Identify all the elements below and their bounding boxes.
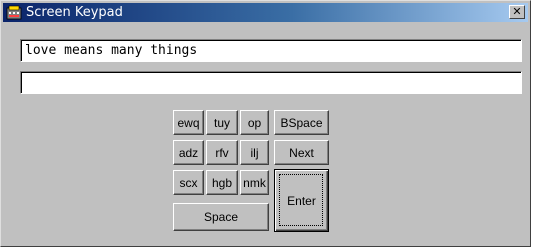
keypad-app-icon	[6, 5, 22, 20]
key-op-label: op	[247, 115, 262, 130]
key-tuy-label: tuy	[213, 115, 230, 130]
key-ewq-label: ewq	[177, 115, 200, 130]
key-rfv[interactable]: rfv	[206, 140, 238, 165]
window-title: Screen Keypad	[26, 5, 123, 20]
key-bspace[interactable]: BSpace	[274, 110, 329, 135]
key-nmk[interactable]: nmk	[240, 170, 269, 195]
key-enter[interactable]: Enter	[274, 169, 329, 232]
key-next[interactable]: Next	[274, 140, 329, 165]
key-op[interactable]: op	[240, 110, 269, 135]
key-bspace-label: BSpace	[280, 115, 323, 130]
output-text-field[interactable]	[20, 71, 522, 94]
screen-keypad-window: Screen Keypad ✕ love means many things e…	[0, 0, 531, 247]
key-nmk-label: nmk	[243, 175, 266, 190]
key-adz[interactable]: adz	[173, 140, 204, 165]
key-enter-label: Enter	[287, 193, 316, 208]
key-ilj-label: ilj	[250, 145, 259, 160]
key-ilj[interactable]: ilj	[240, 140, 269, 165]
key-hgb[interactable]: hgb	[206, 170, 238, 195]
key-hgb-label: hgb	[211, 175, 233, 190]
key-tuy[interactable]: tuy	[206, 110, 238, 135]
key-next-label: Next	[289, 145, 314, 160]
title-bar[interactable]: Screen Keypad ✕	[3, 3, 528, 22]
key-scx[interactable]: scx	[173, 170, 204, 195]
key-scx-label: scx	[179, 175, 198, 190]
key-rfv-label: rfv	[215, 145, 229, 160]
input-text-field[interactable]: love means many things	[20, 39, 522, 62]
key-space-label: Space	[203, 210, 239, 224]
close-icon: ✕	[512, 5, 522, 18]
close-button[interactable]: ✕	[509, 5, 525, 19]
key-ewq[interactable]: ewq	[173, 110, 204, 135]
output-field-inset	[21, 72, 521, 93]
input-text-value: love means many things	[25, 43, 198, 58]
key-adz-label: adz	[178, 145, 199, 160]
key-space[interactable]: Space	[173, 203, 269, 231]
